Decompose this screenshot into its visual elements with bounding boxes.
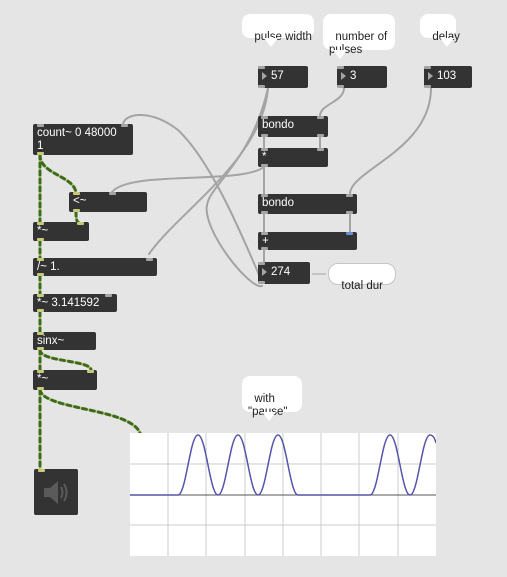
comment-with-pause: with "pause" [242, 376, 302, 421]
comment-total-dur: total dur [328, 263, 396, 292]
bondo-bottom-object[interactable]: bondo [258, 194, 357, 214]
scope-display[interactable] [130, 433, 437, 556]
mult-a-object-text: *~ [37, 225, 49, 237]
pulse-width-number[interactable]: 57 [258, 66, 308, 88]
times-object-text: * [262, 151, 267, 163]
plus-object-text: + [262, 235, 269, 247]
dac-speaker[interactable] [34, 469, 78, 515]
comment-number-of-pulses: number of pulses [323, 14, 395, 59]
sinx-object[interactable]: sinx~ [33, 332, 96, 350]
delay-value: 103 [437, 70, 457, 82]
bondo-top-object-text: bondo [262, 119, 294, 131]
plus-object[interactable]: + [258, 232, 357, 250]
scope-graph [130, 433, 437, 556]
mult-b-object-text: *~ [37, 373, 49, 385]
speaker-icon [44, 481, 68, 504]
comment-total-dur-text: total dur [341, 280, 383, 292]
bondo-bottom-object-text: bondo [262, 197, 294, 209]
less-than-object-text: <~ [73, 195, 87, 207]
num-pulses-value: 3 [350, 70, 357, 82]
total-dur-dash [312, 273, 326, 275]
divide-object[interactable]: /~ 1. [33, 258, 157, 276]
comment-pulse-width: pulse width [242, 14, 314, 47]
pulse-width-value: 57 [271, 70, 284, 82]
comment-delay: delay [420, 14, 460, 47]
count-object-text: count~ 0 48000 1 [37, 127, 117, 152]
times-object[interactable]: * [258, 148, 328, 167]
count-object[interactable]: count~ 0 48000 1 [33, 124, 133, 155]
divide-object-text: /~ 1. [37, 261, 60, 273]
sinx-object-text: sinx~ [37, 335, 65, 347]
total-dur-value: 274 [271, 266, 291, 278]
less-than-object[interactable]: <~ [69, 192, 147, 212]
mult-pi-object-text: *~ 3.141592 [37, 297, 100, 309]
mult-b-object[interactable]: *~ [33, 370, 97, 390]
mult-a-object[interactable]: *~ [33, 222, 89, 241]
bondo-top-object[interactable]: bondo [258, 116, 328, 137]
delay-number[interactable]: 103 [424, 66, 472, 88]
num-pulses-number[interactable]: 3 [337, 66, 387, 88]
mult-pi-object[interactable]: *~ 3.141592 [33, 294, 117, 312]
total-dur-number[interactable]: 274 [258, 262, 310, 284]
